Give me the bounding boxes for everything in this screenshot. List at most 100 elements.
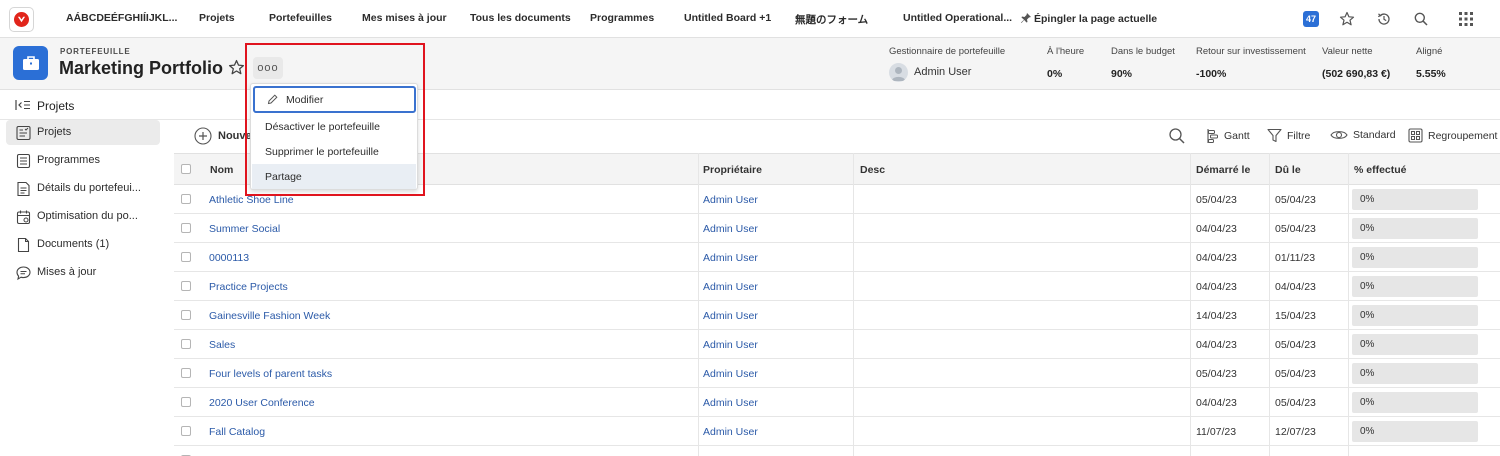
stat-value-roi: -100%	[1196, 68, 1227, 80]
sidebar-item-label: Programmes	[37, 154, 100, 166]
percent-complete-text: 0%	[1360, 368, 1375, 379]
table-row[interactable]: Summer Social Admin User 04/04/23 05/04/23 0…	[174, 214, 1500, 243]
left-panel-header: Projets	[0, 91, 1500, 120]
project-owner-link[interactable]: Admin User	[703, 281, 758, 293]
percent-complete-text: 0%	[1360, 252, 1375, 263]
sidebar-item-portfolio-optimizer[interactable]: Optimisation du po...	[6, 204, 160, 229]
sidebar-item-label: Détails du portefeui...	[37, 182, 141, 194]
gantt-button[interactable]: Gantt	[1205, 128, 1250, 144]
project-name-link[interactable]: Four levels of parent tasks	[209, 368, 332, 380]
column-header-due[interactable]: Dû le	[1275, 164, 1301, 176]
nav-item-untitled-form[interactable]: 無題のフォーム	[795, 12, 868, 27]
menu-item-share[interactable]: Partage	[252, 164, 416, 189]
pin-label: Épingler la page actuelle	[1034, 13, 1158, 25]
nav-item-programs[interactable]: Programmes	[590, 12, 654, 24]
sidebar-item-portfolio-details[interactable]: Détails du portefeui...	[6, 176, 160, 201]
project-owner-link[interactable]: Admin User	[703, 310, 758, 322]
history-clock-icon[interactable]	[1374, 9, 1394, 29]
avatar[interactable]	[889, 63, 908, 82]
project-owner-link[interactable]: Admin User	[703, 397, 758, 409]
nav-item-projects[interactable]: Projets	[199, 12, 235, 24]
project-name-link[interactable]: Sales	[209, 339, 235, 351]
row-checkbox[interactable]	[181, 310, 191, 320]
table-row[interactable]: Fall Catalog Admin User 11/07/23 12/07/23 0%	[174, 417, 1500, 446]
row-checkbox[interactable]	[181, 194, 191, 204]
percent-complete-bar: 0%	[1352, 189, 1478, 210]
view-standard-button[interactable]: Standard	[1330, 128, 1396, 142]
project-start-date: 04/04/23	[1196, 339, 1237, 351]
select-all-checkbox[interactable]	[181, 164, 191, 174]
search-icon[interactable]	[1411, 9, 1431, 29]
gantt-label: Gantt	[1224, 130, 1250, 142]
column-header-desc[interactable]: Desc	[860, 164, 885, 176]
project-name-link[interactable]: Athletic Shoe Line	[209, 194, 294, 206]
percent-complete-text: 0%	[1360, 426, 1375, 437]
row-checkbox[interactable]	[181, 426, 191, 436]
list-search-icon[interactable]	[1168, 127, 1191, 145]
sidebar-item-programs[interactable]: Programmes	[6, 148, 160, 173]
nav-item-untitled-operational[interactable]: Untitled Operational...	[903, 12, 1012, 24]
project-owner-link[interactable]: Admin User	[703, 252, 758, 264]
table-row[interactable]: Sales Admin User 04/04/23 05/04/23 0%	[174, 330, 1500, 359]
menu-item-deactivate-portfolio[interactable]: Désactiver le portefeuille	[252, 114, 416, 139]
row-checkbox[interactable]	[181, 368, 191, 378]
table-row[interactable]: Practice Projects Admin User 04/04/23 04/04…	[174, 272, 1500, 301]
nav-item-all-documents[interactable]: Tous les documents	[470, 12, 571, 24]
project-name-link[interactable]: 2020 User Conference	[209, 397, 315, 409]
project-name-link[interactable]: Summer Social	[209, 223, 280, 235]
collapse-panel-icon[interactable]	[15, 99, 31, 114]
project-owner-link[interactable]: Admin User	[703, 339, 758, 351]
nav-item-untitled-board[interactable]: Untitled Board +1	[684, 12, 771, 24]
table-row[interactable]: 0000113 Admin User 04/04/23 01/11/23 0%	[174, 243, 1500, 272]
stat-label-roi: Retour sur investissement	[1196, 46, 1306, 57]
percent-complete-text: 0%	[1360, 194, 1375, 205]
notification-badge[interactable]: 47	[1303, 11, 1319, 27]
optimizer-calendar-icon	[16, 210, 31, 225]
project-name-link[interactable]: Gainesville Fashion Week	[209, 310, 330, 322]
details-document-icon	[17, 181, 30, 197]
portfolio-manager-name[interactable]: Admin User	[914, 66, 971, 78]
table-row[interactable]: Gainesville Fashion Week Admin User 14/04/…	[174, 301, 1500, 330]
project-owner-link[interactable]: Admin User	[703, 426, 758, 438]
sidebar-item-updates[interactable]: Mises à jour	[6, 260, 160, 285]
table-row[interactable]: Four levels of parent tasks Admin User 05/…	[174, 359, 1500, 388]
favorite-star-icon[interactable]	[228, 59, 245, 79]
nav-item-portfolios[interactable]: Portefeuilles	[269, 12, 332, 24]
project-start-date: 11/07/23	[1196, 426, 1237, 438]
favorites-star-icon[interactable]	[1337, 9, 1357, 29]
sidebar-item-projects[interactable]: Projets	[6, 120, 160, 145]
column-divider	[1348, 153, 1349, 456]
column-header-owner[interactable]: Propriétaire	[703, 164, 762, 176]
app-logo[interactable]	[9, 7, 34, 32]
project-due-date: 01/11/23	[1275, 252, 1316, 264]
sidebar-item-documents[interactable]: Documents (1)	[6, 232, 160, 257]
row-checkbox[interactable]	[181, 397, 191, 407]
row-checkbox[interactable]	[181, 252, 191, 262]
more-actions-button[interactable]: ooo	[253, 57, 283, 79]
column-header-start[interactable]: Démarré le	[1196, 164, 1250, 176]
column-header-name[interactable]: Nom	[210, 164, 233, 176]
more-actions-menu: Modifier Désactiver le portefeuille Supp…	[250, 83, 418, 190]
row-checkbox[interactable]	[181, 339, 191, 349]
filter-button[interactable]: Filtre	[1267, 128, 1310, 143]
grouping-button[interactable]: Regroupement	[1408, 128, 1497, 143]
project-owner-link[interactable]: Admin User	[703, 194, 758, 206]
column-header-percent-complete[interactable]: % effectué	[1354, 164, 1407, 176]
stat-label-aligned: Aligné	[1416, 46, 1443, 57]
nav-item-alphabet[interactable]: AÁBCDEÉFGHIÍIJKL...	[66, 12, 177, 24]
document-icon	[17, 237, 30, 253]
app-grid-icon[interactable]	[1456, 9, 1476, 29]
project-owner-link[interactable]: Admin User	[703, 223, 758, 235]
table-row[interactable]: 2020 User Conference Admin User 04/04/23 05…	[174, 388, 1500, 417]
projects-icon	[16, 125, 31, 141]
project-name-link[interactable]: Fall Catalog	[209, 426, 265, 438]
menu-item-edit[interactable]: Modifier	[253, 86, 416, 113]
project-name-link[interactable]: 0000113	[209, 252, 249, 264]
project-name-link[interactable]: Practice Projects	[209, 281, 288, 293]
row-checkbox[interactable]	[181, 281, 191, 291]
project-owner-link[interactable]: Admin User	[703, 368, 758, 380]
row-checkbox[interactable]	[181, 223, 191, 233]
pin-current-page[interactable]: Épingler la page actuelle	[1020, 12, 1157, 25]
nav-item-my-updates[interactable]: Mes mises à jour	[362, 12, 447, 24]
menu-item-delete-portfolio[interactable]: Supprimer le portefeuille	[252, 139, 416, 164]
